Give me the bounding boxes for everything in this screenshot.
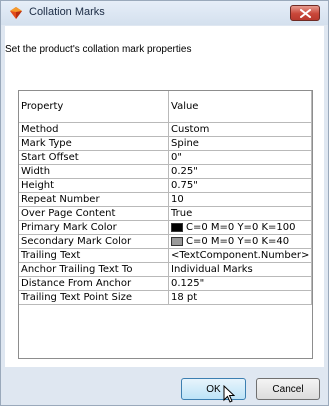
property-name: Primary Mark Color: [19, 221, 169, 235]
property-row[interactable]: Height 0.75": [19, 179, 312, 193]
instruction-text: Set the product's collation mark propert…: [5, 44, 192, 55]
property-value[interactable]: 18 pt: [169, 291, 312, 305]
header-value[interactable]: Value: [169, 91, 312, 123]
property-row[interactable]: Start Offset 0": [19, 151, 312, 165]
property-name: Method: [19, 123, 169, 137]
property-row[interactable]: Mark Type Spine: [19, 137, 312, 151]
property-name: Trailing Text: [19, 249, 169, 263]
property-name: Over Page Content: [19, 207, 169, 221]
title-bar[interactable]: Collation Marks: [1, 1, 328, 25]
property-row[interactable]: Over Page Content True: [19, 207, 312, 221]
property-name: Trailing Text Point Size: [19, 291, 169, 305]
property-name: Mark Type: [19, 137, 169, 151]
color-value: C=0 M=0 Y=0 K=40: [186, 236, 290, 247]
property-name: Start Offset: [19, 151, 169, 165]
grid-header-row: Property Value: [19, 91, 312, 123]
property-name: Width: [19, 165, 169, 179]
dialog-window: Collation Marks Set the product's collat…: [0, 0, 329, 406]
property-row[interactable]: Anchor Trailing Text To Individual Marks: [19, 263, 312, 277]
property-value[interactable]: C=0 M=0 Y=0 K=40: [169, 235, 312, 249]
property-row[interactable]: Distance From Anchor 0.125": [19, 277, 312, 291]
property-name: Secondary Mark Color: [19, 235, 169, 249]
property-value[interactable]: <TextComponent.Number>: [169, 249, 312, 263]
property-value[interactable]: Individual Marks: [169, 263, 312, 277]
property-name: Distance From Anchor: [19, 277, 169, 291]
gem-icon: [9, 6, 23, 20]
property-value[interactable]: 0.125": [169, 277, 312, 291]
property-name: Height: [19, 179, 169, 193]
button-bar: OK Cancel: [5, 367, 324, 401]
property-value[interactable]: 0": [169, 151, 312, 165]
color-swatch: [171, 237, 183, 246]
property-name: Anchor Trailing Text To: [19, 263, 169, 277]
window-title: Collation Marks: [29, 6, 105, 18]
color-swatch: [171, 223, 183, 232]
color-value: C=0 M=0 Y=0 K=100: [186, 222, 296, 233]
property-row[interactable]: Repeat Number 10: [19, 193, 312, 207]
property-value[interactable]: True: [169, 207, 312, 221]
property-row[interactable]: Trailing Text Point Size 18 pt: [19, 291, 312, 305]
property-row[interactable]: Trailing Text <TextComponent.Number>: [19, 249, 312, 263]
property-value[interactable]: 0.75": [169, 179, 312, 193]
close-button[interactable]: [290, 5, 320, 21]
property-row[interactable]: Width 0.25": [19, 165, 312, 179]
property-name: Repeat Number: [19, 193, 169, 207]
cancel-button[interactable]: Cancel: [256, 378, 320, 400]
close-icon: [300, 9, 311, 18]
property-row[interactable]: Method Custom: [19, 123, 312, 137]
property-value[interactable]: 10: [169, 193, 312, 207]
property-value[interactable]: 0.25": [169, 165, 312, 179]
property-value[interactable]: C=0 M=0 Y=0 K=100: [169, 221, 312, 235]
ok-button[interactable]: OK: [181, 378, 246, 400]
property-value[interactable]: Custom: [169, 123, 312, 137]
property-row[interactable]: Secondary Mark Color C=0 M=0 Y=0 K=40: [19, 235, 312, 249]
property-grid: Property Value Method Custom Mark Type Spin…: [18, 90, 313, 359]
mouse-cursor-icon: [223, 385, 235, 403]
property-value[interactable]: Spine: [169, 137, 312, 151]
header-property[interactable]: Property: [19, 91, 169, 123]
property-row[interactable]: Primary Mark Color C=0 M=0 Y=0 K=100: [19, 221, 312, 235]
